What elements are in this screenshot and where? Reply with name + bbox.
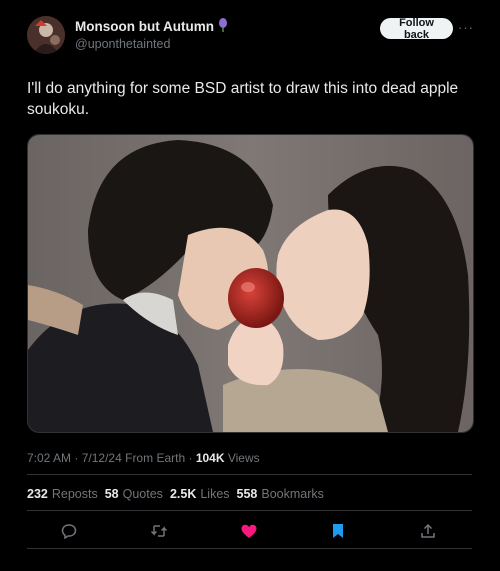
more-options-icon[interactable]: ··· (458, 20, 474, 35)
quotes-stat[interactable]: 58 Quotes (105, 487, 163, 501)
post-time[interactable]: 7:02 AM (27, 451, 71, 465)
bookmark-icon[interactable] (326, 519, 350, 543)
divider (27, 548, 472, 549)
reposts-count: 232 (27, 487, 48, 501)
share-icon[interactable] (416, 519, 440, 543)
reposts-stat[interactable]: 232 Reposts (27, 487, 98, 501)
repost-icon[interactable] (147, 519, 171, 543)
views-count: 104K (195, 451, 225, 465)
meta-separator: · (188, 451, 196, 465)
post-text: I'll do anything for some BSD artist to … (27, 80, 459, 118)
likes-stat[interactable]: 2.5K Likes (170, 487, 230, 501)
likes-label: Likes (200, 487, 230, 501)
post-metadata: 7:02 AM · 7/12/24 From Earth · 104K View… (27, 451, 260, 465)
author-display-name[interactable]: Monsoon but Autumn (75, 18, 228, 35)
post-source: From Earth (125, 451, 186, 465)
action-bar (27, 519, 472, 543)
likes-count: 2.5K (169, 487, 197, 501)
post-image[interactable] (27, 134, 474, 433)
avatar[interactable] (27, 16, 65, 54)
author-name-text[interactable]: Monsoon but Autumn (75, 19, 214, 34)
engagement-stats: 232 Reposts 58 Quotes 2.5K Likes 558 Boo… (27, 487, 324, 501)
bookmarks-label: Bookmarks (261, 487, 324, 501)
reposts-label: Reposts (51, 487, 98, 501)
follow-back-button[interactable]: Follow back (380, 17, 453, 41)
like-icon[interactable] (237, 519, 261, 543)
bookmarks-stat[interactable]: 558 Bookmarks (237, 487, 324, 501)
meta-separator: · (74, 451, 82, 465)
purple-flower-icon (218, 18, 228, 35)
quotes-count: 58 (104, 487, 119, 501)
bookmarks-count: 558 (236, 487, 258, 501)
photo-illustration (28, 135, 473, 432)
divider (27, 474, 472, 475)
reply-icon[interactable] (57, 519, 81, 543)
author-handle[interactable]: @uponthetainted (75, 37, 170, 51)
post-date[interactable]: 7/12/24 (82, 451, 122, 465)
quotes-label: Quotes (122, 487, 163, 501)
divider (27, 510, 472, 511)
views-label: Views (227, 451, 260, 465)
